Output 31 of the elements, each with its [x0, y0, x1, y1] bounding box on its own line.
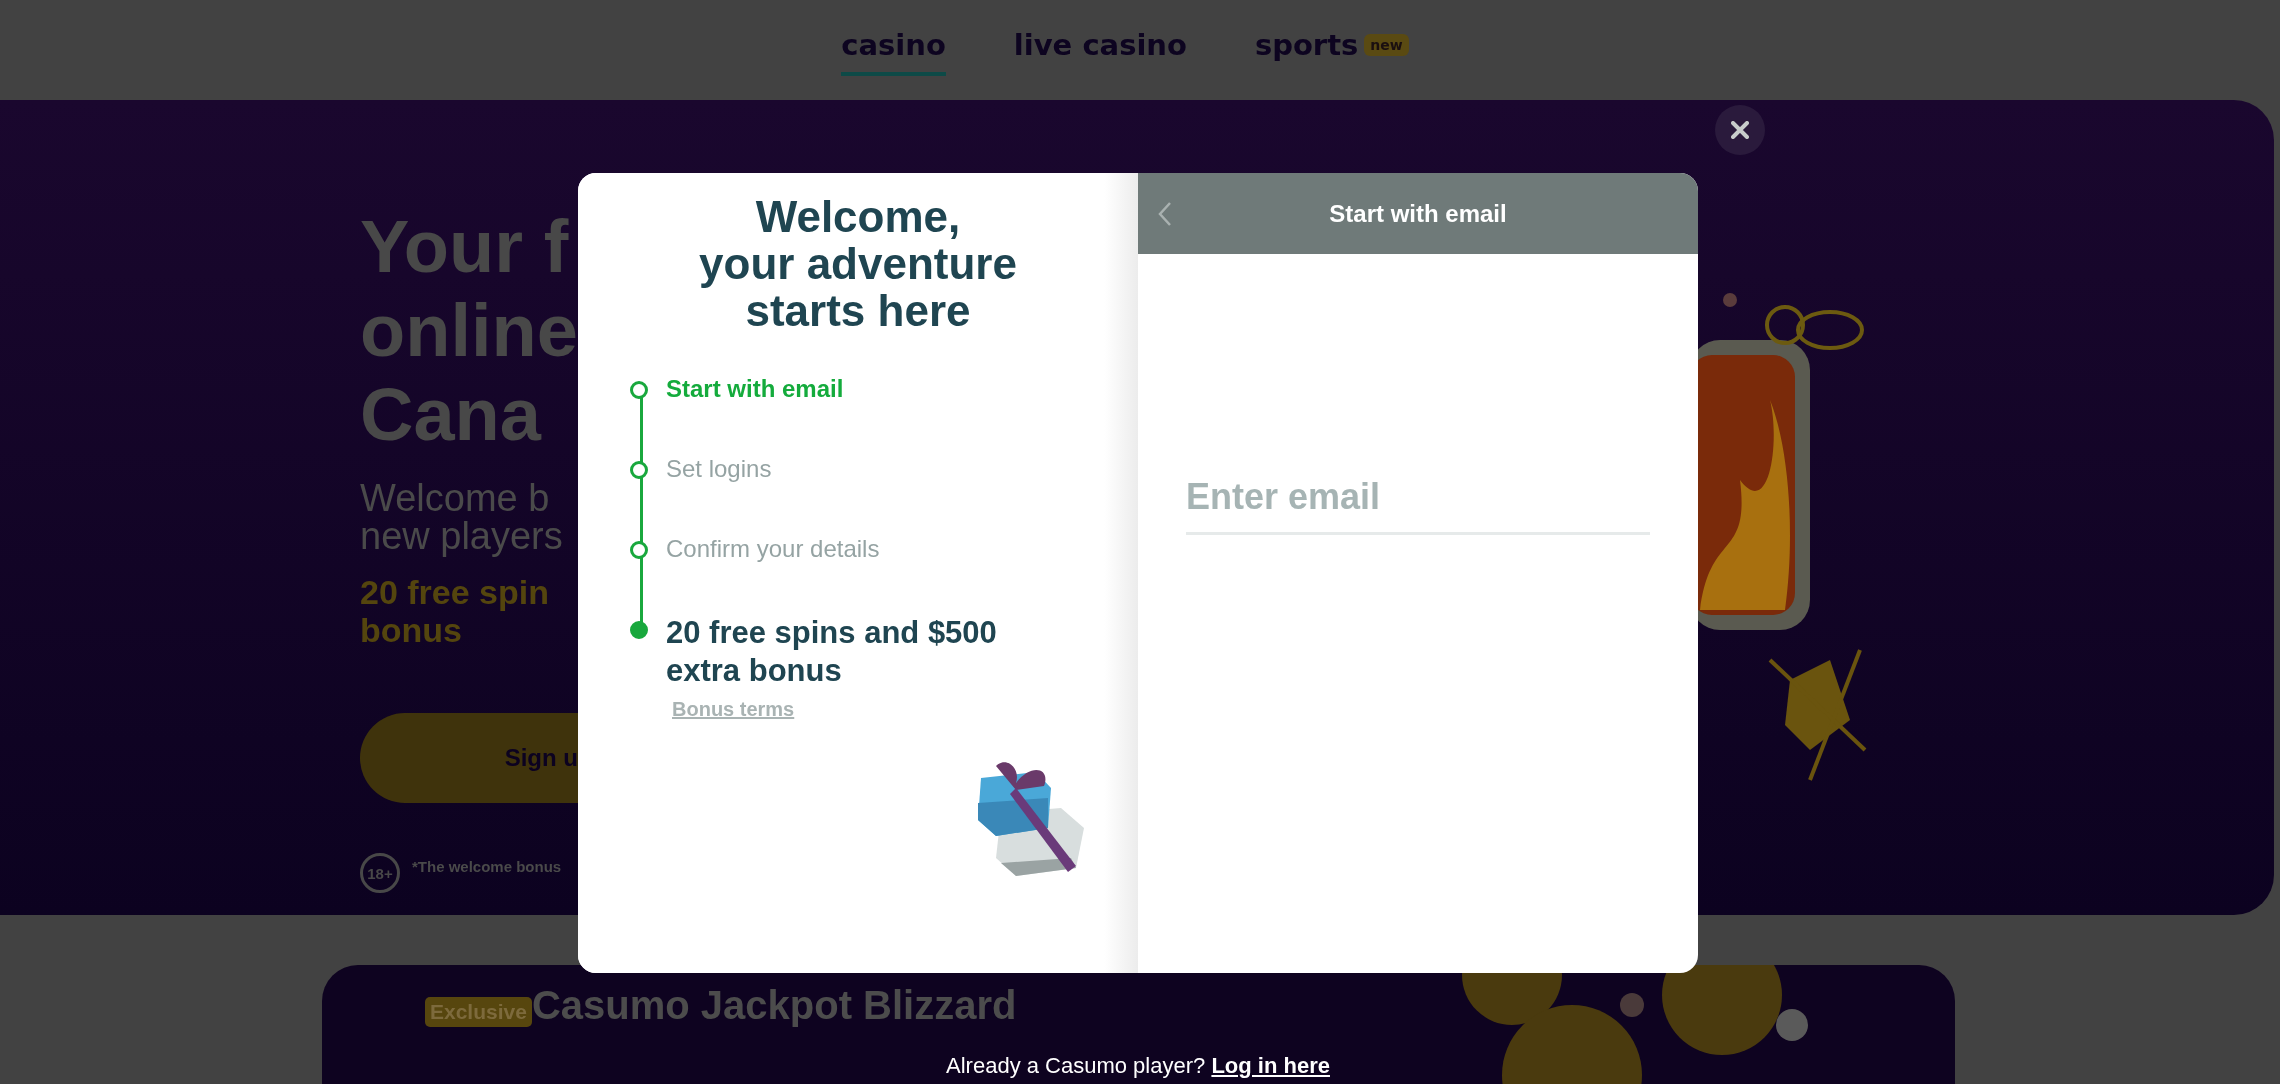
promo-title: Casumo Jackpot Blizzard: [531, 985, 1017, 1025]
nav-tab[interactable]: casino: [841, 4, 946, 76]
nav-tab[interactable]: sports new: [1254, 4, 1409, 76]
dialog-title: Start with email: [1329, 199, 1507, 228]
hero-headline: Your f: [360, 205, 570, 289]
step-dot: [630, 381, 648, 399]
step-label: Confirm your details: [666, 534, 880, 564]
step-label: Start with email: [666, 374, 844, 404]
step-label: 20 free spins and $500 extra bonus: [666, 614, 998, 690]
login-prompt: Already a Casumo player?: [946, 1053, 1206, 1078]
hero-headline: Cana: [360, 373, 543, 457]
offer-text: bonus: [360, 611, 463, 649]
hero-subtitle: new players: [360, 517, 564, 555]
welcome-title: your adventure: [699, 240, 1017, 287]
new-badge: new: [1364, 34, 1409, 56]
login-link[interactable]: Log in here: [1211, 1053, 1330, 1078]
hero-subtitle: Welcome b: [360, 479, 551, 517]
step-dot: [630, 621, 648, 639]
close-icon: [1731, 121, 1749, 139]
welcome-title: Welcome,: [754, 193, 962, 240]
disclaimer-text: *The welcome bonus: [412, 857, 562, 875]
hero-headline: online: [360, 289, 578, 373]
step-dot: [630, 541, 648, 559]
step-label: Set logins: [666, 454, 772, 484]
step-dot: [630, 461, 648, 479]
nav-tab[interactable]: live casino: [1013, 4, 1187, 76]
offer-text: 20 free spin: [360, 573, 550, 611]
bonus-terms-link[interactable]: Bonus terms: [672, 698, 795, 721]
welcome-title: starts here: [745, 287, 972, 334]
back-chevron-icon: [1158, 201, 1172, 227]
age-badge: 18+: [360, 853, 400, 893]
